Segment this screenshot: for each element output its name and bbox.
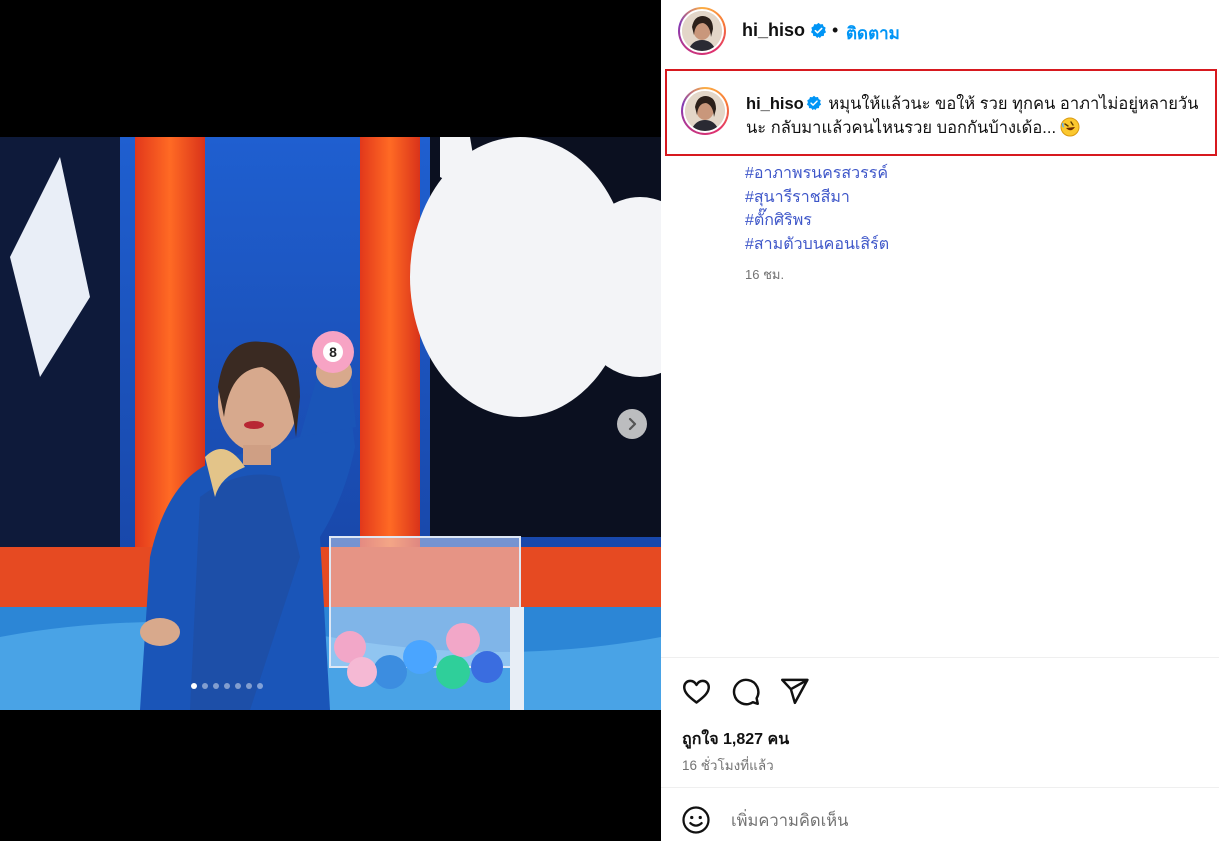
header-username-row: hi_hiso [742,20,827,41]
follow-button[interactable]: ติดตาม [846,20,900,47]
comment-divider [661,787,1219,788]
chevron-right-icon [628,417,637,431]
header-avatar[interactable] [678,7,726,55]
slide-dot [213,683,219,689]
caption-avatar[interactable] [681,87,729,135]
action-bar [681,676,810,707]
post-time-ago[interactable]: 16 ชั่วโมงที่แล้ว [682,754,774,776]
comment-icon[interactable] [730,676,761,707]
slide-dot [246,683,252,689]
post-photo[interactable]: 8 [0,137,661,710]
avatar-image [682,11,722,51]
instagram-post-view: 8 hi_hiso • ติดตาม hi_hiso หมุนให้แล้วนะ… [0,0,1219,841]
caption-highlight-box: hi_hiso หมุนให้แล้วนะ ขอให้ รวย ทุกคน อา… [665,69,1217,156]
verified-badge-icon [810,22,827,39]
actions-divider [661,657,1219,658]
slide-dot [191,683,197,689]
slide-dot [202,683,208,689]
post-side-panel: hi_hiso • ติดตาม hi_hiso หมุนให้แล้วนะ ข… [661,0,1219,841]
slide-indicator [191,683,263,689]
hashtag-link[interactable]: #สุนารีราชสีมา [745,186,889,210]
hashtag-link[interactable]: #สามตัวบนคอนเสิร์ต [745,233,889,257]
post-media: 8 [0,0,661,841]
rolling-on-floor-laughing-emoji-icon [1060,117,1080,137]
caption-text-block: hi_hiso หมุนให้แล้วนะ ขอให้ รวย ทุกคน อา… [746,92,1216,140]
verified-badge-icon [806,95,821,111]
next-slide-button[interactable] [617,409,647,439]
smiley-icon[interactable] [681,805,711,835]
slide-dot [235,683,241,689]
header-separator: • [832,20,839,40]
header-username[interactable]: hi_hiso [742,20,805,41]
caption-username[interactable]: hi_hiso [746,95,804,113]
heart-icon[interactable] [681,676,712,707]
add-comment-row [661,789,1219,841]
hashtag-list: #อาภาพรนครสวรรค์ #สุนารีราชสีมา #ตั๊กศิร… [745,162,889,256]
send-icon[interactable] [779,676,810,707]
slide-dot [224,683,230,689]
hashtag-link[interactable]: #อาภาพรนครสวรรค์ [745,162,889,186]
comment-input[interactable] [731,809,1161,833]
slide-dot [257,683,263,689]
caption-timestamp[interactable]: 16 ชม. [745,264,784,285]
lottery-ball-number: 8 [329,344,337,360]
photo-illustration: 8 [0,137,661,710]
like-count[interactable]: ถูกใจ 1,827 คน [682,727,789,752]
avatar-image [685,91,725,131]
hashtag-link[interactable]: #ตั๊กศิริพร [745,209,889,233]
